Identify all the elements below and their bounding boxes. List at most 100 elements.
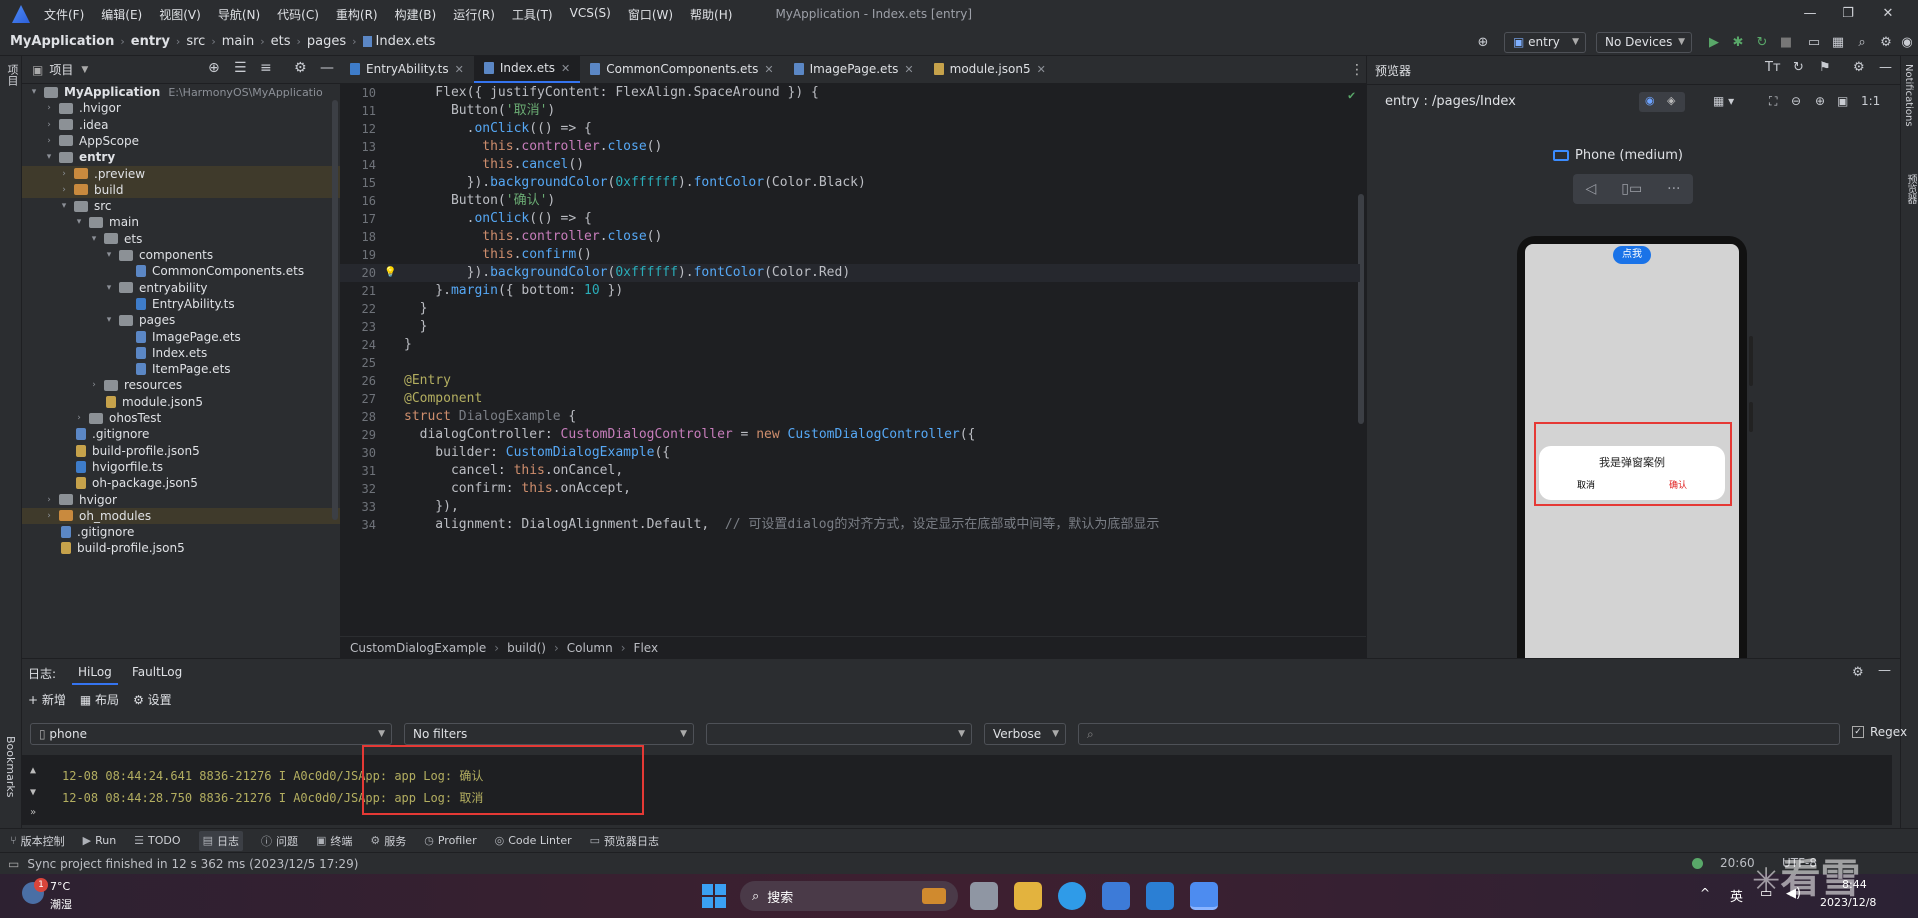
zoom-in-icon[interactable]: ⊕ — [1815, 94, 1825, 108]
project-tool-label[interactable]: 项目 — [4, 64, 20, 86]
code-editor[interactable]: ✔ 10 Flex({ justifyContent: FlexAlign.Sp… — [340, 84, 1366, 636]
tree-item[interactable]: › .preview — [22, 165, 340, 182]
more-icon[interactable]: ··· — [1667, 181, 1680, 197]
previewer-tool-label[interactable]: 预览器 — [1903, 174, 1918, 204]
grid-icon[interactable]: ▦ ▾ — [1713, 94, 1734, 108]
code-line[interactable]: 17 .onClick(() => { — [340, 210, 1360, 228]
tool-window-button[interactable]: ▣ 终端 — [316, 833, 352, 849]
chevron-down-icon[interactable]: ▾ — [28, 87, 40, 97]
tool-window-button[interactable]: ☰ TODO — [134, 834, 180, 847]
code-line[interactable]: 14 this.cancel() — [340, 156, 1360, 174]
breadcrumb-item[interactable]: Index.ets — [376, 34, 436, 49]
code-line[interactable]: 25 — [340, 354, 1360, 372]
code-line[interactable]: 29 dialogController: CustomDialogControl… — [340, 426, 1360, 444]
hide-panel-icon[interactable]: — — [1878, 663, 1891, 678]
close-tab-icon[interactable]: ✕ — [561, 62, 570, 75]
tree-item[interactable]: hvigorfile.ts — [22, 459, 340, 475]
tree-item[interactable]: Index.ets — [22, 345, 340, 361]
dialog-cancel-button[interactable]: 取消 — [1577, 478, 1595, 491]
chevron-down-icon[interactable]: ▾ — [88, 234, 100, 244]
minimize-icon[interactable]: — — [1798, 4, 1822, 24]
gear-icon[interactable]: ⚙ — [1853, 60, 1865, 75]
editor-breadcrumb-item[interactable]: build() — [507, 641, 546, 655]
text-size-icon[interactable]: Tт — [1765, 60, 1781, 75]
assistant-icon[interactable]: ◉ — [1898, 33, 1916, 53]
log-search-input[interactable]: ⌕ — [1078, 723, 1840, 745]
log-level-select[interactable]: Verbose ▼ — [984, 723, 1066, 745]
editor-tab[interactable]: Index.ets ✕ — [473, 55, 581, 83]
tree-item[interactable]: › resources — [22, 377, 340, 393]
module-select[interactable]: ▣ entry ▼ — [1504, 32, 1586, 53]
breadcrumb-item[interactable]: entry — [131, 34, 170, 49]
tree-item[interactable]: › .hvigor — [22, 100, 340, 116]
chevron-right-icon[interactable]: › — [43, 120, 55, 130]
menu-item[interactable]: 工具(T) — [512, 6, 553, 23]
tree-item[interactable]: ▾ main — [22, 214, 340, 230]
tree-item[interactable]: ▾ ets — [22, 231, 340, 247]
tree-item[interactable]: › oh_modules — [22, 507, 340, 524]
tree-item[interactable]: build-profile.json5 — [22, 443, 340, 459]
locate-icon[interactable]: ⊕ — [208, 60, 220, 76]
close-tab-icon[interactable]: ✕ — [455, 63, 464, 76]
tool-window-button[interactable]: ⑂ 版本控制 — [10, 833, 65, 849]
target-icon[interactable]: ⊕ — [1473, 33, 1493, 53]
file-explorer-icon[interactable] — [1014, 882, 1042, 910]
tree-item[interactable]: ItemPage.ets — [22, 361, 340, 377]
store-icon[interactable] — [1102, 882, 1130, 910]
editor-tab[interactable]: EntryAbility.ts ✕ — [340, 55, 474, 83]
menu-item[interactable]: 代码(C) — [277, 6, 319, 23]
breadcrumb-item[interactable]: MyApplication — [10, 34, 114, 49]
rotate-icon[interactable]: ▯▭ — [1621, 181, 1642, 197]
code-line[interactable]: 33 }), — [340, 498, 1360, 516]
inspector-icon[interactable]: ⚑ — [1819, 60, 1831, 75]
breadcrumb-item[interactable]: src — [186, 34, 205, 49]
chevron-down-icon[interactable]: ▾ — [58, 201, 70, 211]
settings-icon[interactable]: ⚙ — [1876, 33, 1896, 53]
tree-item[interactable]: › .idea — [22, 117, 340, 133]
breadcrumb-item[interactable]: main — [222, 34, 254, 49]
regex-checkbox[interactable]: ✓ Regex — [1852, 725, 1907, 739]
editor-breadcrumb-item[interactable]: CustomDialogExample — [350, 641, 486, 655]
tree-item[interactable]: ▾ src — [22, 198, 340, 214]
menu-item[interactable]: 运行(R) — [453, 6, 495, 23]
code-line[interactable]: 22 } — [340, 300, 1360, 318]
close-tab-icon[interactable]: ✕ — [764, 63, 773, 76]
project-panel-title[interactable]: 项目 — [49, 61, 73, 78]
code-line[interactable]: 12 .onClick(() => { — [340, 120, 1360, 138]
tree-item[interactable]: ▾ pages — [22, 312, 340, 328]
gear-icon[interactable]: ⚙ — [1852, 665, 1864, 680]
chevron-right-icon[interactable]: › — [43, 136, 55, 146]
tool-window-button[interactable]: ◎ Code Linter — [495, 834, 572, 847]
menu-item[interactable]: 编辑(E) — [101, 6, 142, 23]
start-icon[interactable] — [702, 884, 726, 908]
editor-tab[interactable]: CommonComponents.ets ✕ — [580, 55, 783, 83]
code-line[interactable]: 18 this.controller.close() — [340, 228, 1360, 246]
run-icon[interactable]: ▶ — [1704, 33, 1724, 53]
tray-chevron-icon[interactable]: ^ — [1700, 886, 1710, 900]
back-icon[interactable]: ◁ — [1585, 181, 1596, 197]
close-icon[interactable]: ✕ — [1876, 4, 1900, 24]
chevron-right-icon[interactable]: › — [73, 413, 85, 423]
tree-item[interactable]: EntryAbility.ts — [22, 296, 340, 312]
click-me-button[interactable]: 点我 — [1613, 246, 1651, 264]
code-line[interactable]: 27 @Component — [340, 390, 1360, 408]
log-output[interactable]: ▲ ▼ » 12-08 08:44:24.641 8836-21276 I A0… — [22, 755, 1892, 825]
close-tab-icon[interactable]: ✕ — [904, 63, 913, 76]
tree-item[interactable]: CommonComponents.ets — [22, 263, 340, 279]
chevron-down-icon[interactable]: ▾ — [103, 315, 115, 325]
device-manager-icon[interactable]: ▭ — [1804, 33, 1824, 53]
task-view-icon[interactable] — [970, 882, 998, 910]
tab-faultlog[interactable]: FaultLog — [132, 665, 182, 679]
chevron-right-icon[interactable]: › — [43, 511, 55, 521]
code-line[interactable]: 26 @Entry — [340, 372, 1360, 390]
search-icon[interactable]: ⌕ — [1852, 33, 1872, 53]
code-line[interactable]: 32 confirm: this.onAccept, — [340, 480, 1360, 498]
tree-item[interactable]: ▾ entryability — [22, 280, 340, 296]
tree-item[interactable]: › ohosTest — [22, 410, 340, 426]
chevron-right-icon[interactable]: › — [58, 169, 70, 179]
tool-window-button[interactable]: ▶ Run — [83, 834, 117, 847]
chevron-down-icon[interactable]: ▾ — [103, 250, 115, 260]
add-log-button[interactable]: + 新增 — [28, 691, 66, 708]
menu-item[interactable]: 帮助(H) — [690, 6, 732, 23]
scroll-down-icon[interactable]: ▼ — [30, 787, 36, 798]
